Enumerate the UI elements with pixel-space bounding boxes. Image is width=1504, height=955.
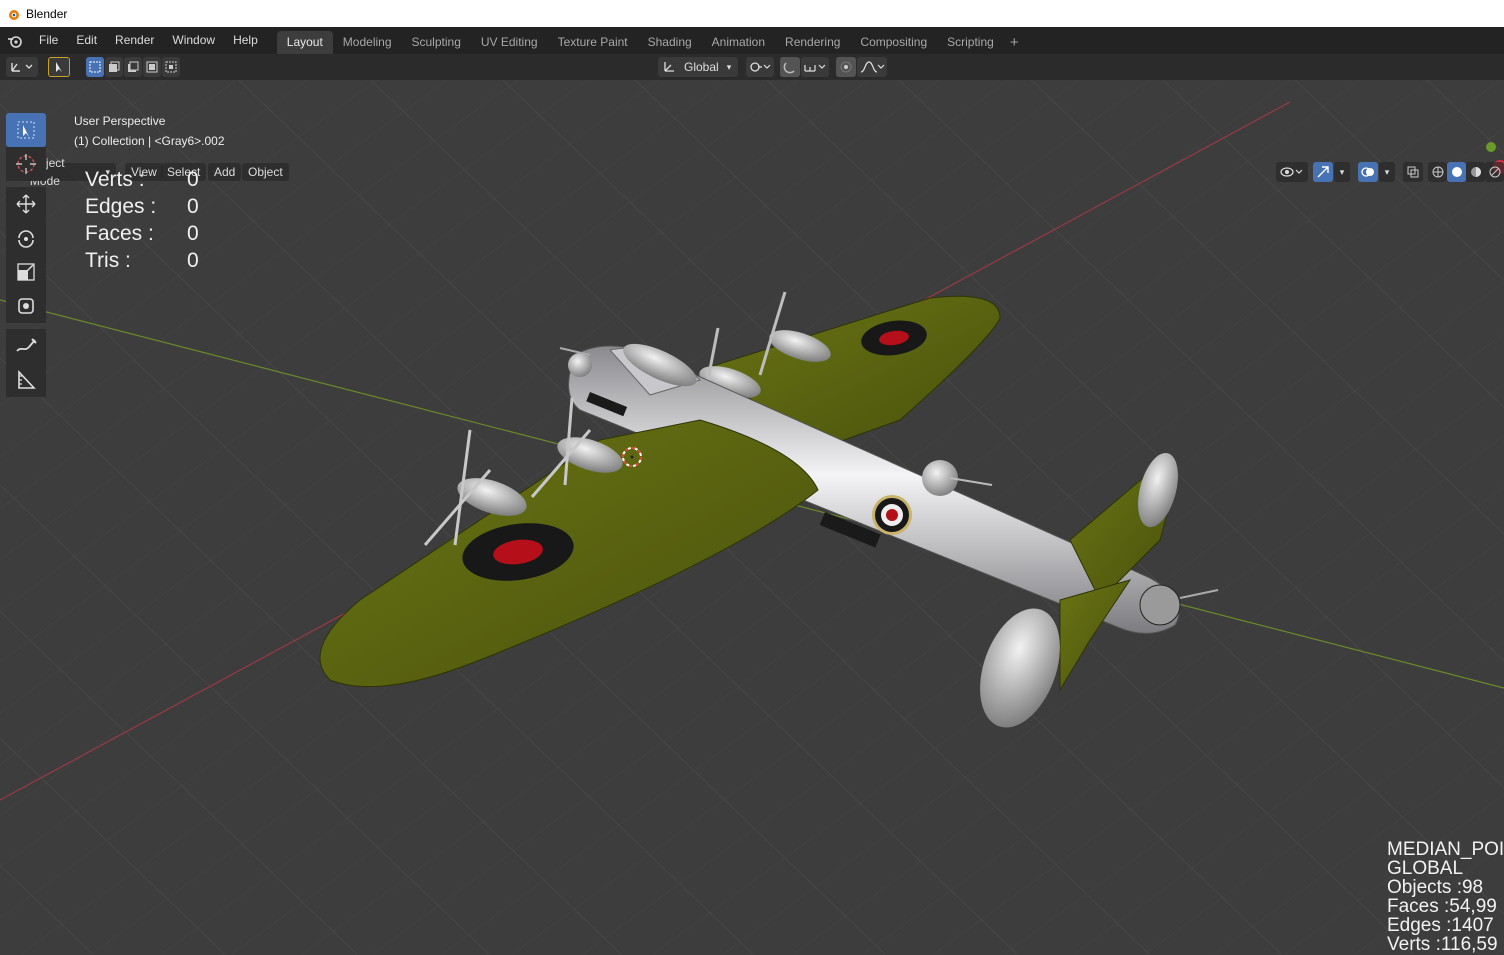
snap-toggle-icon[interactable] — [780, 57, 800, 77]
tab-texture-paint[interactable]: Texture Paint — [548, 31, 638, 54]
active-tool-select-icon[interactable] — [48, 57, 70, 77]
window-title: Blender — [26, 6, 68, 21]
object-menu[interactable]: Object — [242, 163, 289, 181]
xray-toggle-icon[interactable] — [1403, 162, 1423, 182]
viewport-perspective-label: User Perspective — [74, 114, 166, 128]
stat-label: Tris : — [85, 249, 131, 272]
orientation-axes-icon — [664, 62, 674, 72]
proportional-falloff-dropdown[interactable] — [857, 57, 887, 77]
blender-menu-icon[interactable] — [0, 27, 30, 54]
stat-value: 0 — [187, 195, 199, 218]
gizmo-toggle-icon[interactable] — [1313, 162, 1333, 182]
menu-help[interactable]: Help — [224, 27, 267, 54]
tab-modeling[interactable]: Modeling — [333, 31, 402, 54]
stat-value: 0 — [187, 222, 199, 245]
gizmo-dropdown-chevron-icon[interactable]: ▾ — [1334, 162, 1350, 182]
editor-type-dropdown[interactable] — [6, 57, 38, 77]
select-mode-subtract-icon[interactable] — [124, 57, 142, 77]
add-menu[interactable]: Add — [208, 163, 242, 181]
transform-orientation-label: Global — [684, 60, 719, 74]
menu-window[interactable]: Window — [163, 27, 224, 54]
add-workspace-button[interactable]: + — [1004, 31, 1025, 54]
scene-stats-overlay: MEDIAN_POI GLOBAL Objects :98 Faces :54,… — [1387, 840, 1504, 954]
stat-row: Edges : 0 — [85, 193, 199, 220]
blender-logo-icon — [9, 9, 19, 20]
overlay-toggle-icon[interactable] — [1358, 162, 1378, 182]
select-mode-new-icon[interactable] — [86, 57, 104, 77]
transform-tool-icon[interactable] — [6, 289, 46, 323]
snap-target-dropdown[interactable] — [801, 57, 829, 77]
measure-tool-icon[interactable] — [6, 363, 46, 397]
tab-uv-editing[interactable]: UV Editing — [471, 31, 548, 54]
pivot-mode-label: MEDIAN_POI — [1387, 839, 1504, 860]
tab-scripting[interactable]: Scripting — [937, 31, 1004, 54]
stat-row: Faces : 0 — [85, 220, 199, 247]
shading-rendered-icon[interactable] — [1485, 162, 1504, 182]
visibility-dropdown[interactable] — [1276, 162, 1308, 182]
viewport-editor-icon — [11, 63, 33, 72]
tool-shelf — [6, 113, 46, 397]
faces-count: Faces :54,99 — [1387, 896, 1497, 917]
active-collection-label: (1) Collection | <Gray6>.002 — [74, 134, 225, 148]
proportional-edit-icon[interactable] — [836, 57, 856, 77]
chevron-down-icon: ▾ — [726, 61, 732, 72]
selection-stats: Verts : 0 Edges : 0 Faces : 0 Tris : 0 — [85, 166, 199, 274]
scale-tool-icon[interactable] — [6, 255, 46, 289]
tab-animation[interactable]: Animation — [702, 31, 775, 54]
menu-render[interactable]: Render — [106, 27, 163, 54]
tab-rendering[interactable]: Rendering — [775, 31, 850, 54]
top-bar: File Edit Render Window Help Layout Mode… — [0, 27, 1504, 54]
stat-label: Edges : — [85, 195, 157, 218]
stat-row: Tris : 0 — [85, 247, 199, 274]
annotate-tool-icon[interactable] — [6, 329, 46, 363]
rotate-tool-icon[interactable] — [6, 221, 46, 255]
3d-viewport[interactable] — [0, 80, 1504, 954]
stat-value: 0 — [187, 249, 199, 272]
objects-count: Objects :98 — [1387, 877, 1484, 898]
shading-material-icon[interactable] — [1466, 162, 1485, 182]
overlay-dropdown-chevron-icon[interactable]: ▾ — [1379, 162, 1395, 182]
stat-label: Verts : — [85, 168, 145, 191]
verts-count: Verts :116,59 — [1387, 934, 1498, 955]
shading-solid-icon[interactable] — [1447, 162, 1466, 182]
viewport-header: Object Mode ▾ View Select Add Object ▾ ▾ — [0, 80, 1504, 188]
stat-label: Faces : — [85, 222, 154, 245]
menu-file[interactable]: File — [30, 27, 67, 54]
pivot-point-dropdown[interactable] — [746, 57, 774, 77]
select-mode-intersect-icon[interactable] — [162, 57, 180, 77]
menu-edit[interactable]: Edit — [67, 27, 106, 54]
stat-row: Verts : 0 — [85, 166, 199, 193]
select-mode-invert-icon[interactable] — [143, 57, 161, 77]
select-box-tool-icon[interactable] — [6, 113, 46, 147]
tool-settings-header: Global ▾ — [0, 54, 1504, 80]
tab-layout[interactable]: Layout — [276, 31, 333, 54]
viewport-canvas — [0, 80, 1504, 954]
move-tool-icon[interactable] — [6, 187, 46, 221]
tab-shading[interactable]: Shading — [638, 31, 702, 54]
workspace-tabs: Layout Modeling Sculpting UV Editing Tex… — [276, 27, 1025, 54]
shading-wireframe-icon[interactable] — [1428, 162, 1447, 182]
pivot-link-icon — [750, 62, 771, 72]
stat-value: 0 — [187, 168, 199, 191]
transform-orientation-dropdown[interactable]: Global ▾ — [658, 57, 738, 77]
select-mode-extend-icon[interactable] — [105, 57, 123, 77]
cursor-tool-icon[interactable] — [6, 147, 46, 181]
eye-icon — [1280, 167, 1303, 177]
orientation-label: GLOBAL — [1387, 858, 1464, 879]
gizmo-y-axis-icon[interactable] — [1486, 142, 1496, 152]
tab-sculpting[interactable]: Sculpting — [402, 31, 471, 54]
edges-count: Edges :1407 — [1387, 915, 1494, 936]
window-titlebar: Blender — [0, 0, 1504, 27]
tab-compositing[interactable]: Compositing — [850, 31, 937, 54]
